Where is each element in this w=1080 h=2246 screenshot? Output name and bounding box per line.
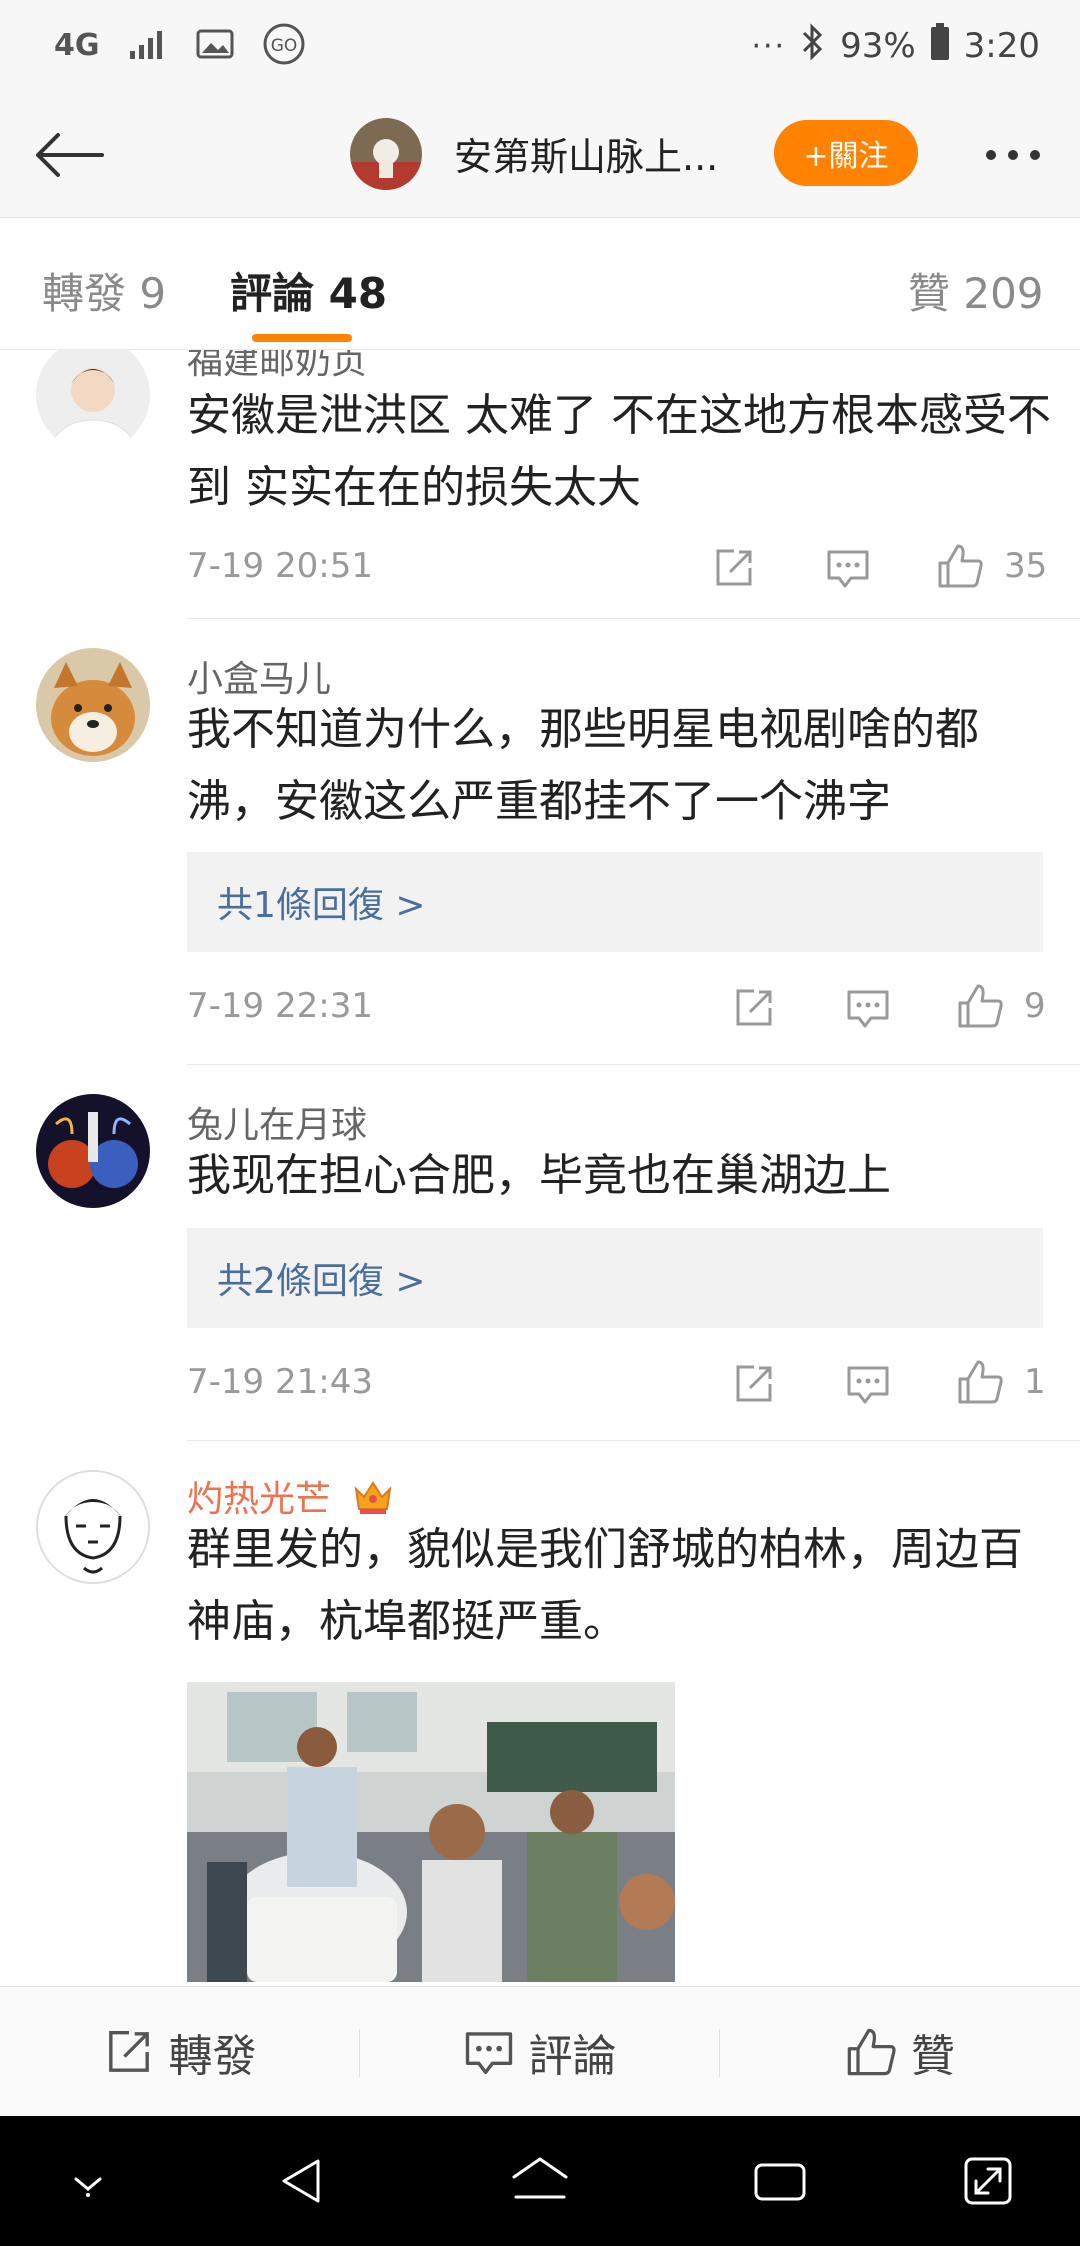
comment-item: 灼热光芒 群里发的，貌似是我们舒城的柏林，周边百神庙，杭埠都挺严重。 xyxy=(0,1442,1080,1986)
network-4g-icon: 4G xyxy=(54,28,100,63)
expand-nav-button[interactable] xyxy=(956,2149,1020,2213)
repost-label: 轉發 xyxy=(168,2031,257,2082)
timestamp: 7-19 21:43 xyxy=(187,1362,373,1402)
avatar[interactable] xyxy=(36,648,150,762)
back-nav-button[interactable] xyxy=(270,2149,334,2213)
image-icon xyxy=(196,28,234,64)
svg-text:GO: GO xyxy=(270,36,297,56)
comment-item: 兔儿在月球 我现在担心合肥，毕竟也在巢湖边上 共2條回復 > 7-19 21:4… xyxy=(0,1066,1080,1442)
more-dots-icon: ··· xyxy=(751,28,787,64)
share-icon[interactable] xyxy=(730,984,778,1032)
top-nav: 安第斯山脉上... +關注 xyxy=(0,92,1080,218)
back-button[interactable] xyxy=(26,112,112,198)
back-arrow-icon xyxy=(36,133,104,177)
more-dot-icon xyxy=(1008,150,1018,160)
comment-icon xyxy=(465,2032,512,2075)
share-icon[interactable] xyxy=(730,1360,778,1408)
comment-item: 福建邮奶贞 安徽是泄洪区 太难了 不在这地方根本感受不到 实实在在的损失太大 7… xyxy=(0,350,1080,620)
like-icon[interactable] xyxy=(936,542,984,590)
recent-apps-icon xyxy=(754,2163,806,2201)
back-triangle-icon xyxy=(282,2159,320,2203)
recents-nav-button[interactable] xyxy=(748,2149,812,2213)
timestamp: 7-19 20:51 xyxy=(187,546,373,586)
system-navigation-bar xyxy=(0,2116,1080,2246)
chevron-down-icon xyxy=(74,2177,102,2197)
more-options-button[interactable] xyxy=(968,122,1058,188)
like-button[interactable]: 贊 xyxy=(720,1987,1080,2117)
more-dot-icon xyxy=(1030,150,1040,160)
divider xyxy=(187,1064,1080,1065)
comment-photo[interactable] xyxy=(187,1682,675,1982)
comment-label: 評論 xyxy=(528,2031,617,2082)
tab-repost[interactable]: 轉發 9 xyxy=(42,260,166,321)
like-label: 贊 xyxy=(911,2031,955,2082)
like-count: 1 xyxy=(1024,1362,1046,1402)
home-nav-button[interactable] xyxy=(508,2149,572,2213)
comment-text: 我现在担心合肥，毕竟也在巢湖边上 xyxy=(187,1150,891,1201)
divider xyxy=(187,618,1080,619)
replies-link[interactable]: 共1條回復 > xyxy=(187,852,1043,952)
battery-icon xyxy=(930,22,950,70)
like-count: 9 xyxy=(1024,986,1046,1026)
clock: 3:20 xyxy=(963,26,1040,66)
signal-icon xyxy=(128,29,168,63)
go-icon: GO xyxy=(262,22,306,70)
home-icon xyxy=(512,2157,568,2199)
hide-keyboard-button[interactable] xyxy=(56,2149,120,2213)
timestamp: 7-19 22:31 xyxy=(187,986,373,1026)
repost-button[interactable]: 轉發 xyxy=(0,1987,359,2117)
share-icon[interactable] xyxy=(710,544,758,592)
tab-bar: 轉發 9 評論 48 贊 209 xyxy=(0,218,1080,350)
page-title: 安第斯山脉上... xyxy=(454,135,719,179)
comment-text: 安徽是泄洪区 太难了 不在这地方根本感受不到 实实在在的损失太大 xyxy=(187,390,1051,513)
tab-likes[interactable]: 贊 209 xyxy=(908,260,1044,321)
avatar[interactable] xyxy=(36,1094,150,1208)
author-avatar[interactable] xyxy=(350,118,422,190)
share-icon xyxy=(108,2030,149,2072)
active-tab-indicator xyxy=(252,334,352,342)
like-count: 35 xyxy=(1004,546,1048,586)
comment-button[interactable]: 評論 xyxy=(360,1987,719,2117)
comment-icon[interactable] xyxy=(844,984,892,1032)
tab-comments[interactable]: 評論 48 xyxy=(230,260,387,321)
status-bar: 4G GO ··· 93% 3:20 xyxy=(0,0,1080,92)
battery-percent: 93% xyxy=(840,26,916,66)
comment-item: 小盒马儿 我不知道为什么，那些明星电视剧啥的都沸，安徽这么严重都挂不了一个沸字 … xyxy=(0,620,1080,1066)
comment-list[interactable]: 福建邮奶贞 安徽是泄洪区 太难了 不在这地方根本感受不到 实实在在的损失太大 7… xyxy=(0,350,1080,1986)
avatar[interactable] xyxy=(36,1470,150,1584)
username[interactable]: 福建邮奶贞 xyxy=(187,350,367,384)
bottom-action-bar: 轉發 評論 贊 xyxy=(0,1986,1080,2116)
comment-text: 我不知道为什么，那些明星电视剧啥的都沸，安徽这么严重都挂不了一个沸字 xyxy=(187,704,979,827)
bluetooth-icon xyxy=(800,22,826,70)
comment-icon[interactable] xyxy=(844,1360,892,1408)
like-icon[interactable] xyxy=(956,1358,1004,1406)
avatar[interactable] xyxy=(36,350,150,452)
expand-icon xyxy=(964,2157,1012,2205)
like-icon[interactable] xyxy=(956,982,1004,1030)
follow-button[interactable]: +關注 xyxy=(774,120,918,186)
comment-icon[interactable] xyxy=(824,544,872,592)
comment-text: 群里发的，貌似是我们舒城的柏林，周边百神庙，杭埠都挺严重。 xyxy=(187,1524,1023,1647)
more-dot-icon xyxy=(986,150,996,160)
divider xyxy=(187,1440,1080,1441)
replies-link[interactable]: 共2條回復 > xyxy=(187,1228,1043,1328)
like-icon xyxy=(847,2028,896,2076)
